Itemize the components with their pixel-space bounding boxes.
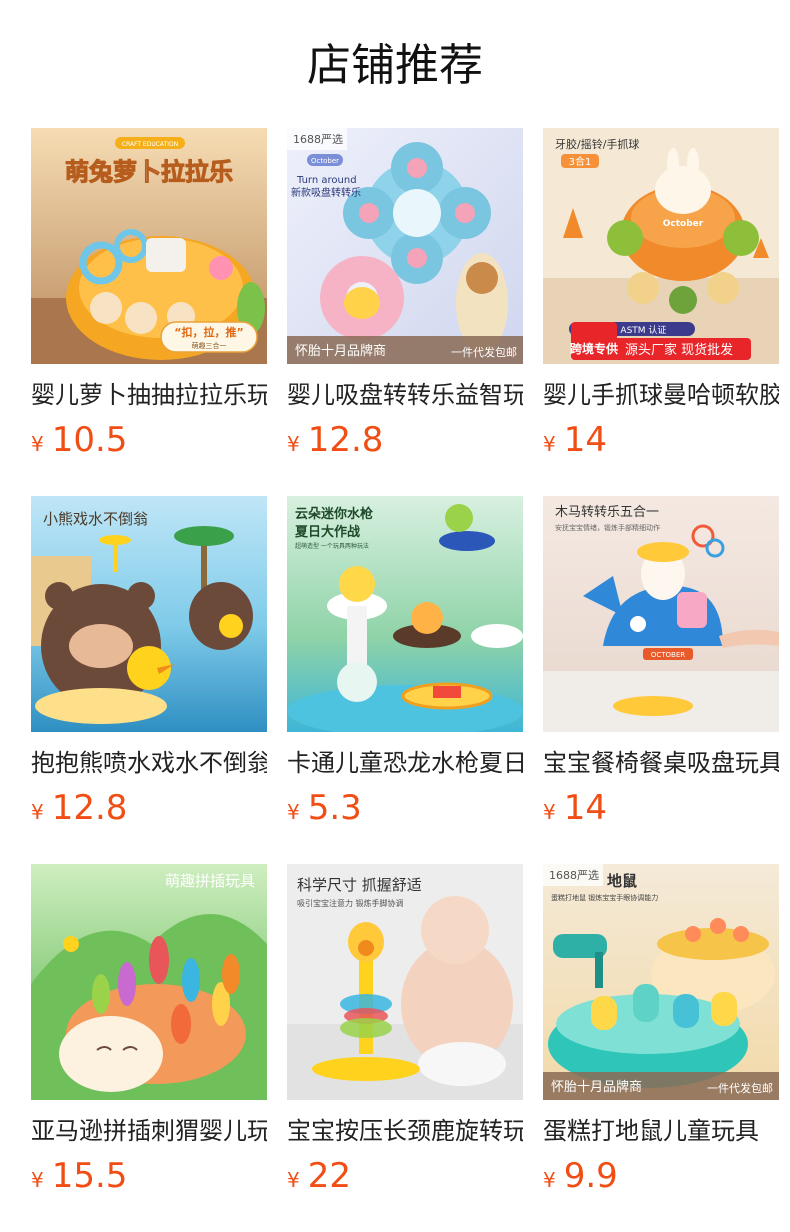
- image-corner-tag: 1688严选: [549, 869, 599, 882]
- product-price: ¥15.5: [31, 1156, 267, 1202]
- image-brand: October: [663, 219, 704, 229]
- product-image[interactable]: OCTOBER 木马转转乐五合一 安抚宝宝情绪，锻炼手部精细动作: [543, 496, 779, 732]
- product-price: ¥12.8: [31, 788, 267, 834]
- product-image[interactable]: CRAFT EDUCATION 萌兔萝卜拉拉乐 “扣，拉，推” 萌趣三合一: [31, 128, 267, 364]
- product-name[interactable]: 宝宝按压长颈鹿旋转玩具: [287, 1114, 523, 1148]
- image-headline: 地鼠: [607, 872, 637, 890]
- product-card[interactable]: CRAFT EDUCATION 萌兔萝卜拉拉乐 “扣，拉，推” 萌趣三合一 婴儿…: [31, 128, 267, 496]
- product-card[interactable]: 科学尺寸 抓握舒适 吸引宝宝注意力 锻炼手脚协调 宝宝按压长颈鹿旋转玩具 ¥22: [287, 864, 523, 1232]
- price-value: 15.5: [51, 1156, 128, 1196]
- product-card[interactable]: 1688严选 October Turn around 新款吸盘转转乐 怀胎十月品…: [287, 128, 523, 496]
- product-image[interactable]: 小熊戏水不倒翁: [31, 496, 267, 732]
- product-image[interactable]: 云朵迷你水枪 夏日大作战 超萌造型 一个玩具两种玩法: [287, 496, 523, 732]
- currency-symbol: ¥: [31, 432, 44, 456]
- image-headline: 小熊戏水不倒翁: [43, 510, 148, 528]
- image-headline: 科学尺寸 抓握舒适: [297, 876, 422, 894]
- currency-symbol: ¥: [31, 800, 44, 824]
- product-image[interactable]: 1688严选 October Turn around 新款吸盘转转乐 怀胎十月品…: [287, 128, 523, 364]
- product-image[interactable]: 1688严选 地鼠 蛋糕打地鼠 锻炼宝宝手眼协调能力 怀胎十月品牌商 一件代发包…: [543, 864, 779, 1100]
- currency-symbol: ¥: [543, 1168, 556, 1192]
- product-price: ¥5.3: [287, 788, 523, 834]
- image-footer-left: 怀胎十月品牌商: [295, 343, 386, 359]
- product-name[interactable]: 婴儿萝卜抽抽拉拉乐玩具: [31, 378, 267, 412]
- image-headline: 牙胶/摇铃/手抓球: [555, 137, 639, 151]
- image-sub: 夏日大作战: [294, 524, 360, 540]
- product-card[interactable]: 1688严选 地鼠 蛋糕打地鼠 锻炼宝宝手眼协调能力 怀胎十月品牌商 一件代发包…: [543, 864, 779, 1232]
- product-name[interactable]: 亚马逊拼插刺猬婴儿玩具: [31, 1114, 267, 1148]
- image-badge: 跨境专供: [570, 341, 618, 356]
- image-bubble: “扣，拉，推”: [174, 325, 243, 339]
- product-card[interactable]: October 牙胶/摇铃/手抓球 3合1 CPC ASTM 认证 跨境专供 源…: [543, 128, 779, 496]
- product-name[interactable]: 抱抱熊喷水戏水不倒翁玩具: [31, 746, 267, 780]
- product-price: ¥22: [287, 1156, 523, 1202]
- product-name[interactable]: 婴儿吸盘转转乐益智玩具: [287, 378, 523, 412]
- product-name[interactable]: 宝宝餐椅餐桌吸盘玩具: [543, 746, 779, 780]
- currency-symbol: ¥: [31, 1168, 44, 1192]
- price-value: 22: [307, 1156, 351, 1196]
- image-headline: 萌趣拼插玩具: [165, 872, 255, 890]
- image-headline: 萌兔萝卜拉拉乐: [65, 158, 233, 186]
- image-brand: October: [311, 157, 339, 165]
- image-headline: 云朵迷你水枪: [295, 506, 373, 522]
- price-value: 5.3: [307, 788, 362, 828]
- image-headline: 木马转转乐五合一: [555, 505, 659, 520]
- currency-symbol: ¥: [543, 432, 556, 456]
- price-value: 12.8: [307, 420, 384, 460]
- image-footer-right: 一件代发包邮: [451, 345, 517, 359]
- product-card[interactable]: 云朵迷你水枪 夏日大作战 超萌造型 一个玩具两种玩法 卡通儿童恐龙水枪夏日玩具 …: [287, 496, 523, 864]
- product-name[interactable]: 蛋糕打地鼠儿童玩具: [543, 1114, 779, 1148]
- image-brand: OCTOBER: [651, 651, 685, 659]
- currency-symbol: ¥: [287, 1168, 300, 1192]
- image-tag: CRAFT EDUCATION: [122, 141, 178, 148]
- page-title: 店铺推荐: [307, 40, 483, 91]
- image-footer-right: 一件代发包邮: [707, 1081, 773, 1095]
- image-slogan: 源头厂家 现货批发: [625, 342, 733, 358]
- image-corner-tag: 1688严选: [293, 133, 343, 146]
- product-name[interactable]: 婴儿手抓球曼哈顿软胶玩具: [543, 378, 779, 412]
- product-price: ¥14: [543, 420, 779, 466]
- product-card[interactable]: 萌趣拼插玩具 亚马逊拼插刺猬婴儿玩具 ¥15.5: [31, 864, 267, 1232]
- product-image[interactable]: 萌趣拼插玩具: [31, 864, 267, 1100]
- currency-symbol: ¥: [287, 800, 300, 824]
- image-small: 超萌造型 一个玩具两种玩法: [295, 542, 369, 550]
- product-card[interactable]: OCTOBER 木马转转乐五合一 安抚宝宝情绪，锻炼手部精细动作 宝宝餐椅餐桌吸…: [543, 496, 779, 864]
- product-grid: CRAFT EDUCATION 萌兔萝卜拉拉乐 “扣，拉，推” 萌趣三合一 婴儿…: [31, 128, 779, 1232]
- image-sub: 新款吸盘转转乐: [291, 186, 361, 199]
- image-tag: 3合1: [569, 155, 592, 168]
- product-card[interactable]: 小熊戏水不倒翁 抱抱熊喷水戏水不倒翁玩具 ¥12.8: [31, 496, 267, 864]
- image-sub: 安抚宝宝情绪，锻炼手部精细动作: [555, 523, 660, 532]
- price-value: 10.5: [51, 420, 128, 460]
- price-value: 14: [563, 788, 607, 828]
- product-price: ¥9.9: [543, 1156, 779, 1202]
- price-value: 14: [563, 420, 607, 460]
- image-bubble-sub: 萌趣三合一: [192, 341, 227, 350]
- currency-symbol: ¥: [543, 800, 556, 824]
- image-sub: 吸引宝宝注意力 锻炼手脚协调: [297, 898, 404, 908]
- product-image[interactable]: 科学尺寸 抓握舒适 吸引宝宝注意力 锻炼手脚协调: [287, 864, 523, 1100]
- product-price: ¥12.8: [287, 420, 523, 466]
- image-headline: Turn around: [296, 175, 357, 186]
- price-value: 9.9: [563, 1156, 618, 1196]
- currency-symbol: ¥: [287, 432, 300, 456]
- image-footer-left: 怀胎十月品牌商: [551, 1079, 642, 1095]
- product-name[interactable]: 卡通儿童恐龙水枪夏日玩具: [287, 746, 523, 780]
- price-value: 12.8: [51, 788, 128, 828]
- product-price: ¥14: [543, 788, 779, 834]
- product-image[interactable]: October 牙胶/摇铃/手抓球 3合1 CPC ASTM 认证 跨境专供 源…: [543, 128, 779, 364]
- image-sub: 蛋糕打地鼠 锻炼宝宝手眼协调能力: [551, 893, 658, 902]
- product-price: ¥10.5: [31, 420, 267, 466]
